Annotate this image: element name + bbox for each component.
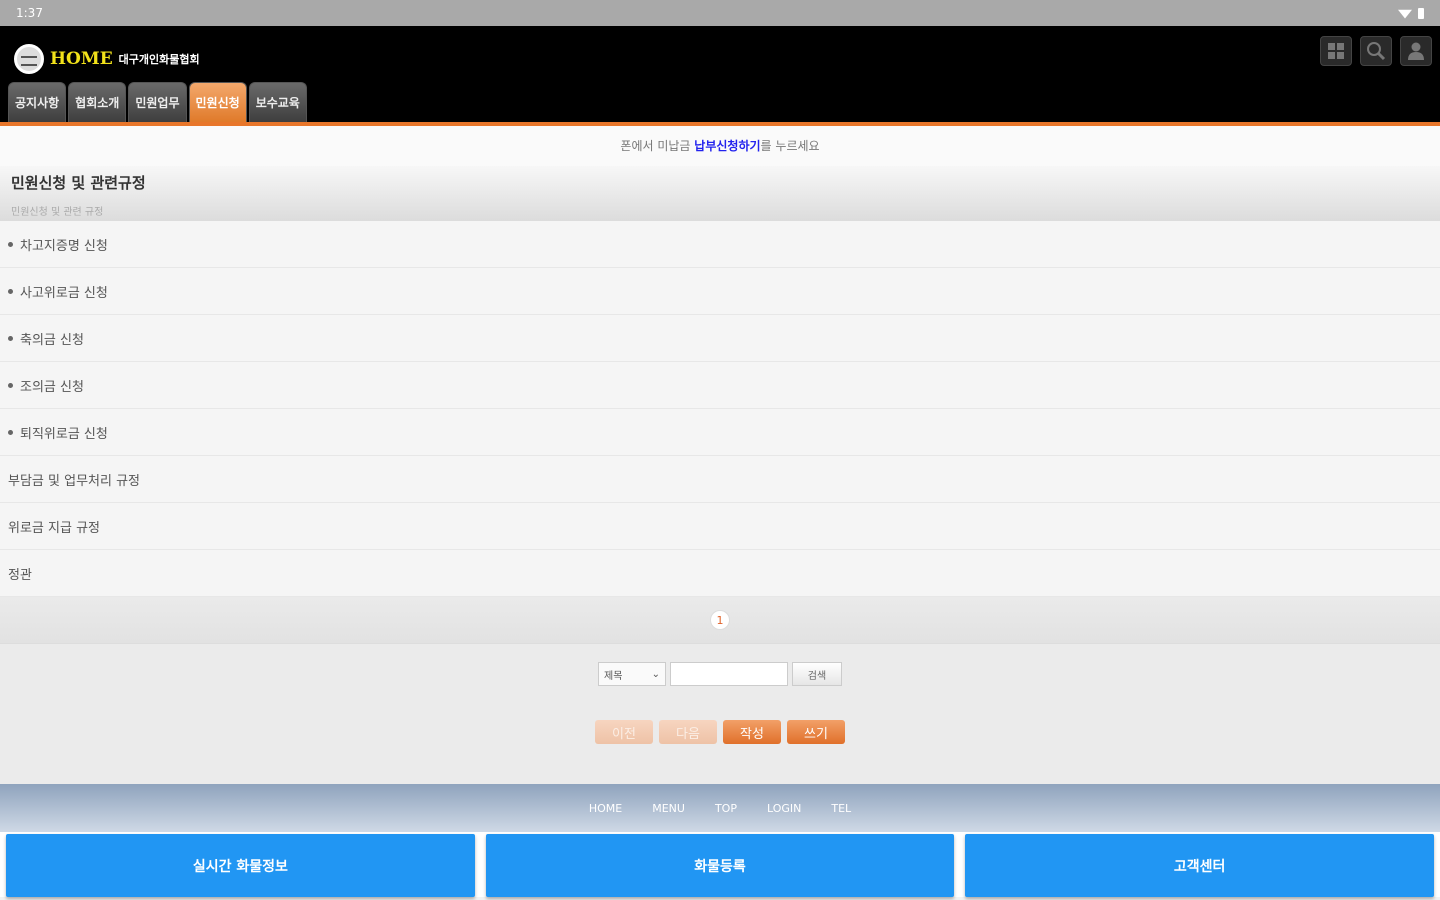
footer-login-link[interactable]: LOGIN (767, 802, 801, 815)
list-item[interactable]: 축의금 신청 (0, 315, 1440, 362)
board-controls: 제목 ⌄ 검색 이전 다음 작성 쓰기 (0, 644, 1440, 784)
bullet-icon (8, 429, 13, 435)
footer-nav: HOME MENU TOP LOGIN TEL (0, 784, 1440, 832)
search-icon[interactable] (1360, 36, 1392, 66)
status-time: 1:37 (16, 6, 43, 20)
logo-icon (14, 44, 44, 74)
next-button[interactable]: 다음 (659, 720, 717, 744)
list-item-label: 축의금 신청 (20, 332, 84, 348)
bullet-icon (8, 288, 13, 294)
list-item[interactable]: 조의금 신청 (0, 362, 1440, 409)
customer-center-button[interactable]: 고객센터 (965, 834, 1435, 897)
bullet-icon (8, 382, 13, 388)
page-title: 민원신청 및 관련규정 (11, 174, 146, 192)
app-header: HOME 대구개인화물협회 공지사항 협회소개 민원업무 민원신청 보수교육 (0, 26, 1440, 126)
logo-subtitle: 대구개인화물협회 (118, 53, 200, 66)
wifi-icon (1398, 9, 1412, 19)
header-tools (1320, 36, 1432, 66)
search-bar: 제목 ⌄ 검색 (0, 662, 1440, 686)
notice-prefix: 폰에서 미납금 (620, 139, 695, 153)
nav-tabs: 공지사항 협회소개 민원업무 민원신청 보수교육 (8, 82, 307, 122)
status-bar: 1:37 (0, 0, 1440, 26)
list-item-label: 조의금 신청 (20, 379, 84, 395)
tab-civil-request[interactable]: 민원신청 (188, 82, 247, 122)
list-item-label: 퇴직위로금 신청 (20, 426, 108, 442)
list-item-label: 사고위로금 신청 (20, 285, 108, 301)
list-item-label: 차고지증명 신청 (20, 238, 108, 254)
action-buttons: 이전 다음 작성 쓰기 (0, 720, 1440, 744)
pagination: 1 (0, 597, 1440, 644)
tab-civil-affairs[interactable]: 민원업무 (128, 82, 187, 122)
search-button[interactable]: 검색 (792, 662, 842, 686)
footer-tel-link[interactable]: TEL (831, 802, 851, 815)
footer-top-link[interactable]: TOP (715, 802, 737, 815)
list-item-label: 부담금 및 업무처리 규정 (8, 473, 140, 489)
search-input[interactable] (670, 662, 788, 686)
tab-notice[interactable]: 공지사항 (8, 82, 67, 122)
prev-button[interactable]: 이전 (595, 720, 653, 744)
search-field-select[interactable]: 제목 ⌄ (598, 662, 666, 686)
list-item-label: 위로금 지급 규정 (8, 520, 100, 536)
list-item[interactable]: 부담금 및 업무처리 규정 (0, 456, 1440, 503)
list-item[interactable]: 위로금 지급 규정 (0, 503, 1440, 550)
bullet-icon (8, 335, 13, 341)
page-subtitle: 민원신청 및 관련 규정 (11, 207, 104, 218)
notice-suffix: 를 누르세요 (760, 139, 820, 153)
notice-banner: 폰에서 미납금 납부신청하기를 누르세요 (0, 126, 1440, 166)
request-list: 차고지증명 신청 사고위로금 신청 축의금 신청 조의금 신청 퇴직위로금 신청… (0, 221, 1440, 597)
list-item[interactable]: 정관 (0, 550, 1440, 597)
list-item-label: 정관 (8, 567, 32, 583)
grid-menu-icon[interactable] (1320, 36, 1352, 66)
section-header: 민원신청 및 관련규정 민원신청 및 관련 규정 (0, 166, 1440, 221)
footer-menu-link[interactable]: MENU (652, 802, 685, 815)
footer-home-link[interactable]: HOME (589, 802, 622, 815)
cargo-register-button[interactable]: 화물등록 (485, 834, 955, 897)
list-button[interactable]: 쓰기 (787, 720, 845, 744)
status-icons (1398, 7, 1424, 19)
chevron-down-icon: ⌄ (651, 668, 660, 680)
user-icon[interactable] (1400, 36, 1432, 66)
bullet-icon (8, 241, 13, 247)
bottom-action-bar: 실시간 화물정보 화물등록 고객센터 (0, 832, 1440, 897)
list-item[interactable]: 사고위로금 신청 (0, 268, 1440, 315)
realtime-cargo-button[interactable]: 실시간 화물정보 (6, 834, 475, 897)
page-number-current[interactable]: 1 (710, 610, 730, 630)
tab-training[interactable]: 보수교육 (248, 82, 307, 122)
battery-icon (1418, 7, 1424, 19)
list-item[interactable]: 퇴직위로금 신청 (0, 409, 1440, 456)
logo-home-text: HOME (50, 49, 113, 69)
search-field-value: 제목 (604, 670, 623, 682)
tab-about[interactable]: 협회소개 (68, 82, 127, 122)
logo[interactable]: HOME 대구개인화물협회 (14, 44, 200, 74)
write-button[interactable]: 작성 (723, 720, 781, 744)
payment-request-link[interactable]: 납부신청하기 (694, 139, 760, 153)
list-item[interactable]: 차고지증명 신청 (0, 221, 1440, 268)
